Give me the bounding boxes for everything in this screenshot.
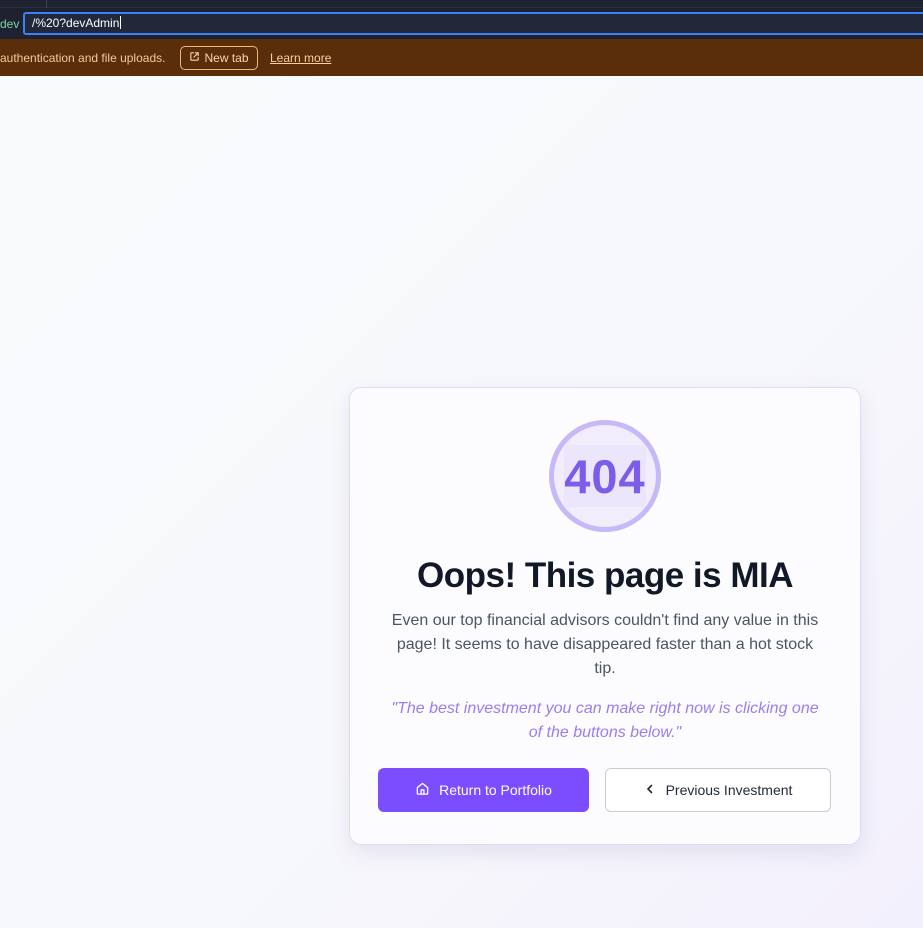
previous-investment-button[interactable]: Previous Investment <box>605 768 831 812</box>
tab-divider <box>46 0 47 8</box>
url-prefix: dev <box>0 17 20 31</box>
home-icon <box>415 781 430 799</box>
url-text: /%20?devAdmin <box>32 16 120 30</box>
address-bar-input[interactable]: /%20?devAdmin <box>23 12 923 35</box>
text-caret <box>120 16 122 29</box>
banner-message: authentication and file uploads. <box>0 51 166 65</box>
new-tab-label: New tab <box>204 51 249 65</box>
error-code: 404 <box>564 449 646 503</box>
learn-more-link[interactable]: Learn more <box>270 51 331 65</box>
return-to-portfolio-button[interactable]: Return to Portfolio <box>378 768 589 812</box>
page-title: Oops! This page is MIA <box>417 556 793 595</box>
external-link-icon <box>189 51 200 65</box>
browser-tab-strip <box>0 0 923 8</box>
error-description: Even our top financial advisors couldn't… <box>391 612 819 677</box>
notice-banner: authentication and file uploads. New tab… <box>0 39 923 76</box>
address-bar-row: dev /%20?devAdmin <box>0 8 923 39</box>
new-tab-button[interactable]: New tab <box>180 46 258 70</box>
previous-investment-label: Previous Investment <box>665 782 793 798</box>
error-quote: "The best investment you can make right … <box>391 700 819 741</box>
error-card: 404 Oops! This page is MIA Even our top … <box>349 387 861 845</box>
return-to-portfolio-label: Return to Portfolio <box>439 782 552 798</box>
error-code-badge: 404 <box>549 420 661 532</box>
chevron-left-icon <box>644 782 656 798</box>
